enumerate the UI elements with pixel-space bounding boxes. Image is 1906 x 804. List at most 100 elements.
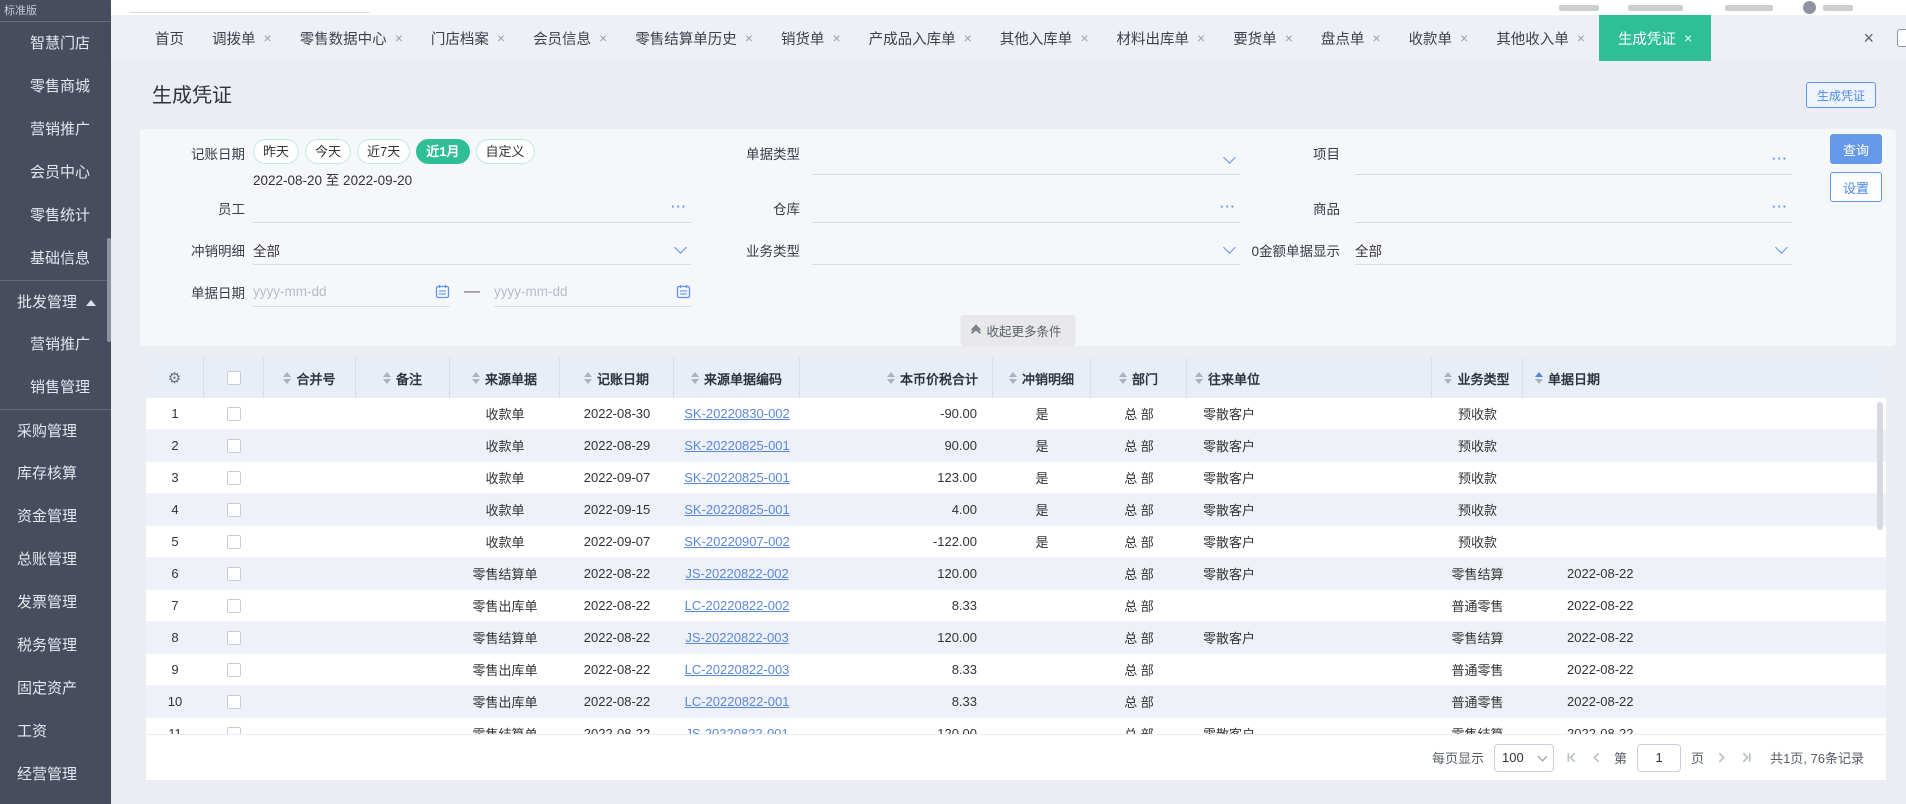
source-code-link[interactable]: SK-20220825-001 bbox=[684, 438, 790, 453]
sort-icon[interactable] bbox=[1444, 372, 1453, 384]
table-header-biz-type[interactable]: 业务类型 bbox=[1432, 358, 1523, 398]
tab-close-icon[interactable]: × bbox=[1460, 30, 1468, 46]
sidebar-item[interactable]: 总账管理 bbox=[0, 538, 111, 581]
sort-icon[interactable] bbox=[471, 372, 480, 384]
date-preset-pill[interactable]: 近7天 bbox=[357, 139, 411, 164]
date-preset-pill[interactable]: 自定义 bbox=[475, 139, 535, 164]
row-checkbox[interactable] bbox=[227, 502, 241, 517]
table-header-acct-date[interactable]: 记账日期 bbox=[560, 358, 674, 398]
tab[interactable]: 销货单 × bbox=[767, 15, 855, 61]
tab[interactable]: 收款单 × bbox=[1395, 15, 1483, 61]
sort-icon[interactable] bbox=[1535, 372, 1543, 384]
more-icon[interactable]: ··· bbox=[1772, 151, 1788, 166]
table-header-source-code[interactable]: 来源单据编码 bbox=[674, 358, 800, 398]
table-row[interactable]: 5 收款单 2022-09-07 SK-20220907-002 -122.00… bbox=[146, 526, 1886, 558]
sidebar-item[interactable]: 库存核算 bbox=[0, 452, 111, 495]
tab-close-icon[interactable]: × bbox=[1285, 30, 1293, 46]
sidebar-item[interactable]: 智慧门店 bbox=[0, 22, 111, 65]
tab-close-icon[interactable]: × bbox=[264, 30, 272, 46]
sort-icon[interactable] bbox=[886, 372, 895, 384]
tab[interactable]: 会员信息 × bbox=[519, 15, 621, 61]
project-picker[interactable]: ··· bbox=[1355, 145, 1792, 175]
tab-close-icon[interactable]: × bbox=[1372, 30, 1380, 46]
table-row[interactable]: 3 收款单 2022-09-07 SK-20220825-001 123.00 … bbox=[146, 462, 1886, 494]
table-row[interactable]: 2 收款单 2022-08-29 SK-20220825-001 90.00 是… bbox=[146, 430, 1886, 462]
table-header-dept[interactable]: 部门 bbox=[1091, 358, 1187, 398]
table-row[interactable]: 9 零售出库单 2022-08-22 LC-20220822-003 8.33 … bbox=[146, 654, 1886, 686]
tab[interactable]: 要货单 × bbox=[1219, 15, 1307, 61]
row-checkbox[interactable] bbox=[227, 438, 241, 453]
table-header-writeoff[interactable]: 冲销明细 bbox=[993, 358, 1091, 398]
sidebar-item[interactable]: 零售商城 bbox=[0, 65, 111, 108]
employee-picker[interactable]: ··· bbox=[253, 193, 691, 223]
next-page-button[interactable] bbox=[1714, 750, 1729, 765]
sort-icon[interactable] bbox=[583, 372, 592, 384]
page-number-input[interactable] bbox=[1637, 743, 1682, 772]
date-preset-pill[interactable]: 昨天 bbox=[253, 139, 300, 164]
tab-close-icon[interactable]: × bbox=[745, 30, 753, 46]
table-header-note[interactable]: 备注 bbox=[356, 358, 450, 398]
doc-date-to-input[interactable] bbox=[494, 284, 644, 299]
sort-icon[interactable] bbox=[690, 372, 699, 384]
date-preset-pill[interactable]: 近1月 bbox=[416, 139, 470, 164]
row-checkbox[interactable] bbox=[227, 598, 241, 613]
row-checkbox[interactable] bbox=[227, 566, 241, 581]
settings-button[interactable]: 设置 bbox=[1830, 172, 1882, 202]
date-preset-pill[interactable]: 今天 bbox=[305, 139, 352, 164]
table-header-source-doc[interactable]: 来源单据 bbox=[450, 358, 560, 398]
table-row[interactable]: 6 零售结算单 2022-08-22 JS-20220822-002 120.0… bbox=[146, 558, 1886, 590]
sidebar-item[interactable]: 批发管理 bbox=[0, 280, 111, 323]
sidebar-item[interactable]: 零售统计 bbox=[0, 194, 111, 237]
tab[interactable]: 零售结算单历史 × bbox=[621, 15, 767, 61]
table-row[interactable]: 4 收款单 2022-09-15 SK-20220825-001 4.00 是 … bbox=[146, 494, 1886, 526]
last-page-button[interactable] bbox=[1739, 750, 1754, 765]
table-header-amount[interactable]: 本币价税合计 bbox=[800, 358, 993, 398]
zero-amount-select[interactable]: 全部 bbox=[1355, 235, 1792, 265]
tab[interactable]: 门店档案 × bbox=[417, 15, 519, 61]
tab-close-icon[interactable]: × bbox=[964, 30, 972, 46]
more-icon[interactable]: ··· bbox=[671, 199, 687, 214]
tab-close-icon[interactable]: × bbox=[1197, 30, 1205, 46]
more-icon[interactable]: ··· bbox=[1220, 199, 1236, 214]
source-code-link[interactable]: JS-20220822-003 bbox=[685, 630, 788, 645]
sidebar-item[interactable]: 基础信息 bbox=[0, 237, 111, 280]
sidebar-item[interactable]: 固定资产 bbox=[0, 667, 111, 710]
sidebar-item[interactable]: 经营管理 bbox=[0, 753, 111, 796]
biz-type-select[interactable] bbox=[812, 235, 1240, 265]
sidebar-item[interactable]: 营销推广 bbox=[0, 323, 111, 366]
doc-type-select[interactable] bbox=[812, 145, 1240, 175]
sidebar-item[interactable]: 工资 bbox=[0, 710, 111, 753]
tab[interactable]: 其他入库单 × bbox=[986, 15, 1103, 61]
sort-icon[interactable] bbox=[1195, 372, 1203, 384]
calendar-icon[interactable] bbox=[676, 284, 691, 299]
table-header-doc-date[interactable]: 单据日期 bbox=[1523, 358, 1886, 398]
warehouse-picker[interactable]: ··· bbox=[812, 193, 1240, 223]
source-code-link[interactable]: SK-20220825-001 bbox=[684, 470, 790, 485]
source-code-link[interactable]: LC-20220822-003 bbox=[685, 662, 790, 677]
first-page-button[interactable] bbox=[1564, 750, 1579, 765]
table-row[interactable]: 10 零售出库单 2022-08-22 LC-20220822-001 8.33… bbox=[146, 686, 1886, 718]
sidebar-item[interactable]: 销售管理 bbox=[0, 366, 111, 409]
source-code-link[interactable]: LC-20220822-001 bbox=[685, 694, 790, 709]
tab-close-icon[interactable]: × bbox=[1684, 30, 1692, 46]
calendar-icon[interactable] bbox=[435, 284, 450, 299]
source-code-link[interactable]: SK-20220825-001 bbox=[684, 502, 790, 517]
tab[interactable]: 首页 × bbox=[141, 15, 198, 61]
tab[interactable]: 零售数据中心 × bbox=[286, 15, 417, 61]
tab-close-icon[interactable]: × bbox=[599, 30, 607, 46]
row-checkbox[interactable] bbox=[227, 534, 241, 549]
row-checkbox[interactable] bbox=[227, 662, 241, 677]
goods-picker[interactable]: ··· bbox=[1355, 193, 1792, 223]
tab-close-icon[interactable]: × bbox=[395, 30, 403, 46]
source-code-link[interactable]: SK-20220830-002 bbox=[684, 406, 790, 421]
source-code-link[interactable]: LC-20220822-002 bbox=[685, 598, 790, 613]
tab-close-icon[interactable]: × bbox=[497, 30, 505, 46]
row-checkbox[interactable] bbox=[227, 726, 241, 734]
tab-close-icon[interactable]: × bbox=[1080, 30, 1088, 46]
sidebar-item[interactable]: 发票管理 bbox=[0, 581, 111, 624]
tab[interactable]: 调拨单 × bbox=[198, 15, 286, 61]
per-page-select[interactable]: 100 bbox=[1494, 743, 1555, 772]
writeoff-select[interactable]: 全部 bbox=[253, 235, 691, 265]
table-row[interactable]: 1 收款单 2022-08-30 SK-20220830-002 -90.00 … bbox=[146, 398, 1886, 430]
gear-icon[interactable]: ⚙ bbox=[168, 369, 181, 387]
